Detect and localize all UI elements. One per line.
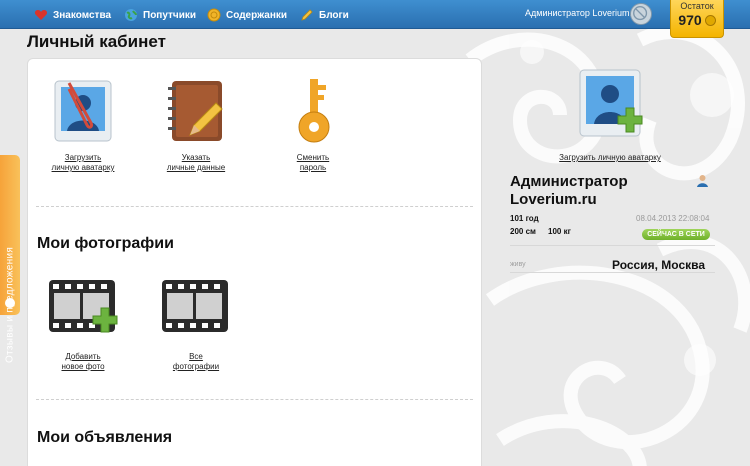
ads-section-title: Мои объявления <box>37 429 173 446</box>
speech-bubble-icon <box>5 298 15 308</box>
pencil-icon <box>301 9 313 21</box>
change-password-label: Сменить пароль <box>296 153 330 172</box>
profile-divider <box>510 272 715 273</box>
nav-item-label: Содержанки <box>226 9 288 21</box>
add-photo-tile[interactable]: Добавить новое фото <box>28 274 138 372</box>
nav-item-label: Блоги <box>319 9 349 21</box>
lives-value: Россия, Москва <box>612 258 706 272</box>
online-status-badge: СЕЙЧАС В СЕТИ <box>642 229 710 240</box>
profile-avatar-upload[interactable]: Загрузить личную аватарку <box>555 66 665 162</box>
photo-clip-icon <box>54 80 112 142</box>
photos-section-title: Мои фотографии <box>37 235 174 252</box>
key-icon <box>298 79 330 143</box>
personal-data-label: Указать личные данные <box>166 153 226 172</box>
personal-data-tile[interactable]: Указать личные данные <box>141 75 251 173</box>
balance-label: Остаток <box>680 1 714 11</box>
no-photo-icon <box>633 6 648 21</box>
section-divider <box>36 206 473 207</box>
profile-avatar-upload-label: Загрузить личную аватарку <box>559 153 661 162</box>
globe-icon <box>125 9 137 21</box>
all-photos-tile[interactable]: Все фотографии <box>141 274 251 372</box>
nav-item-label: Попутчики <box>143 9 197 21</box>
cabinet-panel: Загрузить личную аватарку Указать личные… <box>27 58 482 466</box>
user-icon <box>697 175 708 187</box>
all-photos-label: Все фотографии <box>172 352 220 371</box>
nav-item-kept[interactable]: Содержанки <box>207 7 287 23</box>
change-password-tile[interactable]: Сменить пароль <box>258 75 368 173</box>
add-photo-label: Добавить новое фото <box>61 352 105 371</box>
profile-divider <box>510 245 715 246</box>
profile-weight: 100 кг <box>548 227 571 236</box>
film-add-icon <box>49 280 118 333</box>
lives-label: живу <box>510 261 526 268</box>
profile-name: Администратор Loverium.ru <box>510 173 628 208</box>
coin-icon <box>704 14 716 26</box>
profile-age: 101 год <box>510 214 539 223</box>
nav-item-label: Знакомства <box>53 9 112 21</box>
balance-value: 970 <box>678 12 702 28</box>
feedback-tab[interactable]: Отзывы и предложения <box>0 155 20 363</box>
upload-avatar-tile[interactable]: Загрузить личную аватарку <box>28 75 138 173</box>
profile-date: 08.04.2013 22:08:04 <box>636 214 710 223</box>
profile-height: 200 см <box>510 227 536 236</box>
nav-item-dating[interactable]: Знакомства <box>34 7 111 23</box>
notebook-pencil-icon <box>168 81 223 141</box>
section-divider <box>36 399 473 400</box>
balance-tab[interactable]: Остаток 970 <box>670 0 724 38</box>
admin-profile-link[interactable]: Администратор Loverium.ru <box>525 8 640 18</box>
avatar-add-icon <box>579 69 643 137</box>
nav-item-blogs[interactable]: Блоги <box>300 7 349 23</box>
film-icon <box>162 280 228 332</box>
top-navigation-bar: Знакомства Попутчики Содержанки Блоги Ад… <box>0 0 750 29</box>
upload-avatar-label: Загрузить личную аватарку <box>51 153 115 172</box>
page-title: Личный кабинет <box>27 32 166 51</box>
coins-icon <box>207 8 221 22</box>
admin-avatar[interactable] <box>630 3 652 25</box>
heart-icon <box>34 10 48 20</box>
nav-item-travel[interactable]: Попутчики <box>124 7 196 23</box>
